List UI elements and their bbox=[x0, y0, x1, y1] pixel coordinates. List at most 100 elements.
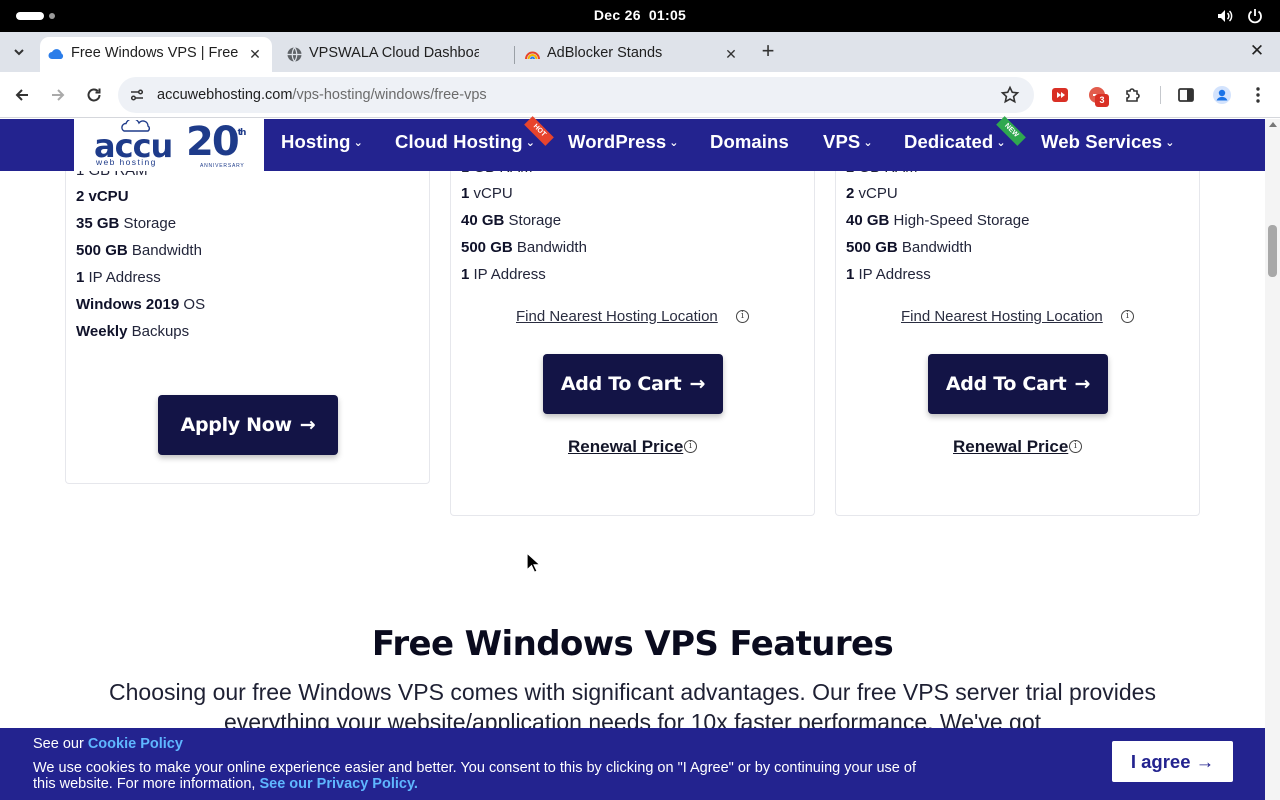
address-bar[interactable]: accuwebhosting.com/vps-hosting/windows/f… bbox=[118, 77, 1034, 113]
cookie-text: We use cookies to make your online exper… bbox=[33, 760, 933, 792]
chevron-down-icon: ⌄ bbox=[353, 137, 363, 149]
chevron-down-icon: ⌄ bbox=[525, 137, 536, 149]
chevron-down-icon: ⌄ bbox=[669, 137, 679, 149]
rainbow-favicon-icon bbox=[525, 51, 540, 60]
back-arrow-icon[interactable] bbox=[12, 85, 32, 105]
reload-icon[interactable] bbox=[84, 85, 104, 105]
nav-hosting[interactable]: Hosting ⌄ bbox=[281, 131, 363, 153]
apply-now-button[interactable]: Apply Now → bbox=[158, 395, 338, 455]
feature-label: Bandwidth bbox=[127, 242, 202, 259]
button-label: I agree bbox=[1130, 751, 1191, 772]
feature-value: 500 GB bbox=[846, 239, 898, 256]
clock[interactable]: Dec 26 01:05 bbox=[0, 7, 1280, 23]
features-heading: Free Windows VPS Features bbox=[371, 624, 894, 664]
scroll-thumb[interactable] bbox=[1268, 225, 1277, 277]
feature-value: 40 GB bbox=[846, 212, 890, 229]
plan-3-feature-vcpu: 2 vCPU bbox=[846, 185, 898, 202]
browser-menu-kebab-icon[interactable] bbox=[1248, 85, 1268, 105]
tab-strip: Free Windows VPS | Free ✕ VPSWALA Cloud … bbox=[0, 32, 1280, 72]
info-icon[interactable]: i bbox=[736, 310, 749, 323]
volume-icon[interactable] bbox=[1216, 7, 1234, 25]
feature-label: vCPU bbox=[469, 185, 513, 202]
nav-dedicated[interactable]: Dedicated ⌄ bbox=[904, 131, 1006, 153]
feature-label: vCPU bbox=[854, 185, 898, 202]
arrow-right-icon: → bbox=[299, 414, 316, 436]
feature-label: IP Address bbox=[469, 266, 546, 283]
renewal-price-link[interactable]: Renewal Price bbox=[568, 437, 683, 457]
url-text: accuwebhosting.com/vps-hosting/windows/f… bbox=[157, 87, 487, 103]
new-tab-plus-icon[interactable]: + bbox=[758, 40, 778, 62]
i-agree-button[interactable]: I agree → bbox=[1112, 741, 1233, 782]
nav-vps[interactable]: VPS ⌄ bbox=[823, 131, 873, 153]
info-icon[interactable]: i bbox=[684, 440, 697, 453]
globe-favicon-icon bbox=[287, 47, 302, 62]
side-panel-icon[interactable] bbox=[1176, 85, 1196, 105]
feature-label: OS bbox=[179, 296, 206, 313]
nav-web-services[interactable]: Web Services ⌄ bbox=[1041, 131, 1175, 153]
feature-value: Weekly bbox=[76, 323, 128, 340]
privacy-policy-link[interactable]: See our Privacy Policy. bbox=[259, 776, 418, 792]
tab-title: VPSWALA Cloud Dashboard bbox=[309, 45, 479, 61]
feature-label: High-Speed Storage bbox=[889, 212, 1030, 229]
feature-label: Storage bbox=[119, 215, 177, 232]
tab-vpswala-dashboard[interactable]: VPSWALA Cloud Dashboard bbox=[278, 37, 514, 72]
nav-label: Web Services bbox=[1041, 131, 1163, 152]
logo-th-text: th bbox=[237, 127, 247, 138]
cookie-body-text: We use cookies to make your online exper… bbox=[33, 760, 916, 792]
add-to-cart-button[interactable]: Add To Cart → bbox=[928, 354, 1108, 414]
plan-3-feature-storage: 40 GB High-Speed Storage bbox=[846, 212, 1029, 229]
find-location-link[interactable]: Find Nearest Hosting Location bbox=[516, 308, 718, 325]
tab-close-icon[interactable]: ✕ bbox=[247, 46, 263, 62]
chevron-down-icon: ⌄ bbox=[863, 137, 873, 149]
cookie-heading: See our Cookie Policy bbox=[33, 736, 183, 752]
url-host: accuwebhosting.com bbox=[157, 87, 293, 103]
feature-value: 500 GB bbox=[76, 242, 128, 259]
arrow-right-icon: → bbox=[1074, 373, 1091, 395]
nav-cloud-hosting[interactable]: Cloud Hosting ⌄ bbox=[395, 131, 535, 153]
plan-2-feature-ip: 1 IP Address bbox=[461, 266, 546, 283]
tab-search-chevron-icon[interactable] bbox=[9, 44, 29, 60]
feature-value: 500 GB bbox=[461, 239, 513, 256]
page-scrollbar[interactable] bbox=[1265, 119, 1280, 800]
logo-tagline: web hosting bbox=[96, 157, 157, 167]
button-label: Apply Now bbox=[180, 414, 293, 436]
bookmark-star-icon[interactable] bbox=[1000, 85, 1020, 105]
profile-avatar-icon[interactable] bbox=[1212, 85, 1232, 105]
forward-arrow-icon[interactable] bbox=[48, 85, 68, 105]
button-label: Add To Cart bbox=[560, 373, 682, 395]
find-location-link[interactable]: Find Nearest Hosting Location bbox=[901, 308, 1103, 325]
info-icon[interactable]: i bbox=[1121, 310, 1134, 323]
plan-1-feature-os: Windows 2019 OS bbox=[76, 296, 205, 313]
feature-label: Storage bbox=[504, 212, 562, 229]
window-close-icon[interactable]: ✕ bbox=[1248, 42, 1266, 60]
power-icon[interactable] bbox=[1246, 7, 1264, 25]
accuweb-logo[interactable]: accu 20th web hosting ANNIVERSARY bbox=[74, 119, 264, 171]
scroll-up-arrow-icon[interactable] bbox=[1269, 122, 1277, 127]
logo-20-text: 20 bbox=[186, 119, 240, 165]
button-label: Add To Cart bbox=[945, 373, 1067, 395]
tab-adblocker[interactable]: AdBlocker Stands ✕ bbox=[516, 37, 750, 72]
plan-1-feature-bandwidth: 500 GB Bandwidth bbox=[76, 242, 202, 259]
chevron-down-icon: ⌄ bbox=[1165, 137, 1175, 149]
info-icon[interactable]: i bbox=[1069, 440, 1082, 453]
feature-value: 35 GB bbox=[76, 215, 120, 232]
nav-label: WordPress bbox=[568, 131, 667, 152]
cookie-policy-link[interactable]: Cookie Policy bbox=[88, 736, 183, 752]
add-to-cart-button[interactable]: Add To Cart → bbox=[543, 354, 723, 414]
arrow-right-icon: → bbox=[689, 373, 706, 395]
nav-wordpress[interactable]: WordPress ⌄ bbox=[568, 131, 679, 153]
nav-label: VPS bbox=[823, 131, 861, 152]
site-info-tune-icon[interactable] bbox=[128, 86, 146, 104]
media-extension-icon[interactable] bbox=[1050, 85, 1070, 105]
plan-1-feature-backups: Weekly Backups bbox=[76, 323, 189, 340]
tab-free-windows-vps[interactable]: Free Windows VPS | Free ✕ bbox=[40, 37, 272, 72]
nav-domains[interactable]: Domains bbox=[710, 131, 789, 153]
plan-1-feature-vcpu: 2 vCPU bbox=[76, 188, 129, 205]
feature-label: IP Address bbox=[84, 269, 161, 286]
renewal-price-link[interactable]: Renewal Price bbox=[953, 437, 1068, 457]
tab-title: AdBlocker Stands bbox=[547, 45, 663, 61]
tab-separator bbox=[514, 46, 515, 64]
plan-3-feature-ip: 1 IP Address bbox=[846, 266, 931, 283]
tab-close-icon[interactable]: ✕ bbox=[723, 46, 739, 62]
puzzle-extensions-icon[interactable] bbox=[1123, 85, 1143, 105]
